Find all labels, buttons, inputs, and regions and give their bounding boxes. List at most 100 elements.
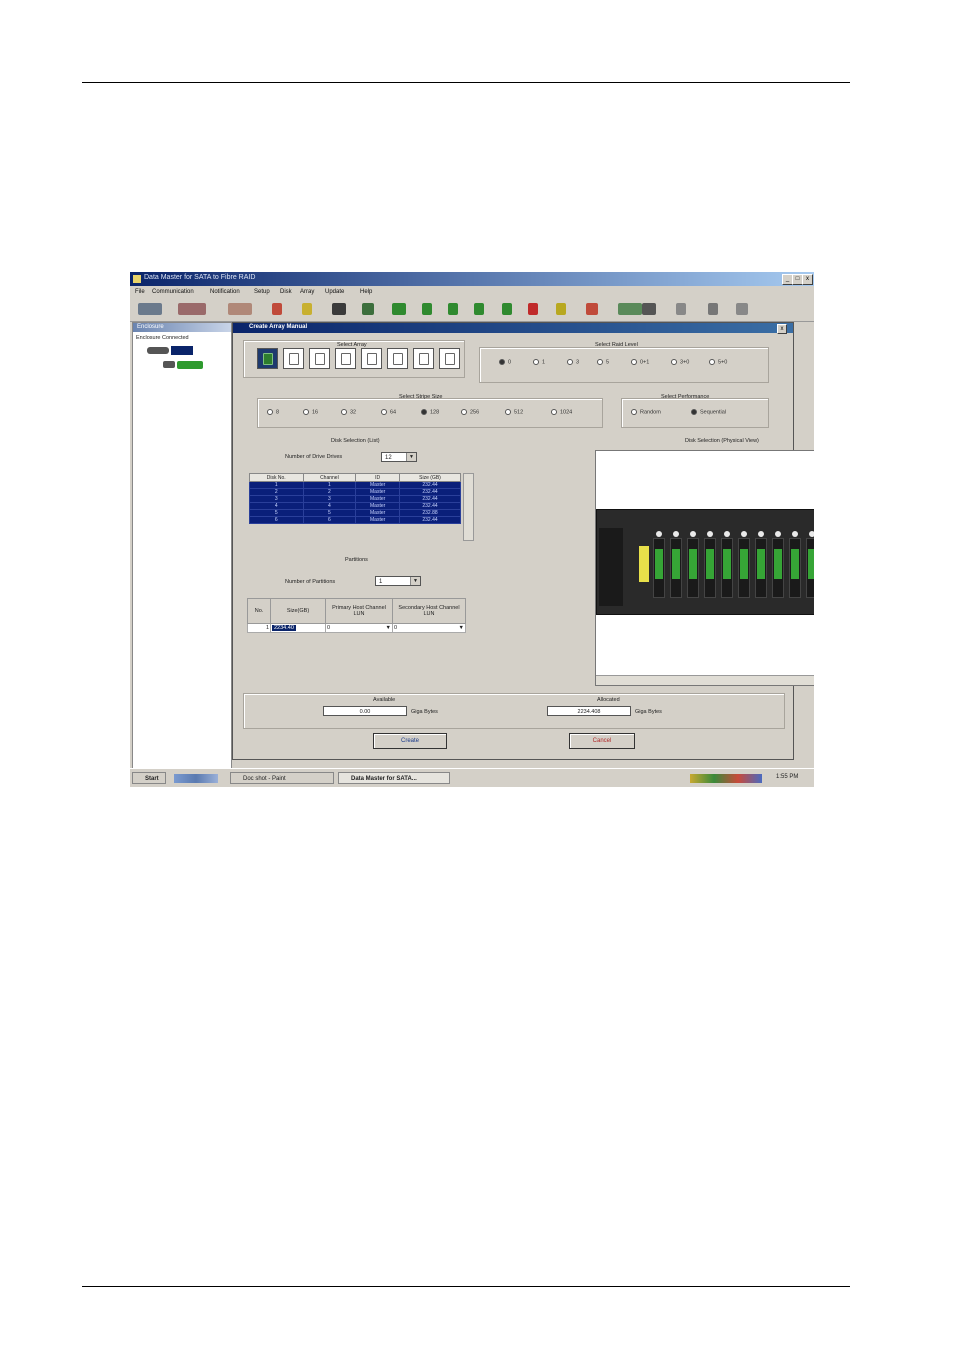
stripe-512-radio[interactable]: 512 <box>505 409 523 415</box>
toolbar-red-disk-button[interactable] <box>528 303 538 315</box>
column-header[interactable]: Size(GB) <box>270 598 326 624</box>
quicklaunch-icons[interactable] <box>174 774 218 783</box>
raid-5-radio[interactable]: 5 <box>597 359 609 365</box>
array-slot-4[interactable] <box>335 348 356 369</box>
enclosure-image <box>596 509 814 615</box>
menu-file[interactable]: File <box>135 289 145 295</box>
column-header[interactable]: Secondary Host Channel LUN <box>392 598 466 624</box>
tree-node-array[interactable] <box>163 361 175 368</box>
toolbar-yellow-disk-button[interactable] <box>556 303 566 315</box>
taskbar-item-paint[interactable]: Doc shot - Paint <box>230 772 334 784</box>
cancel-button[interactable]: Cancel <box>569 733 635 749</box>
column-header[interactable]: No. <box>247 598 271 624</box>
toolbar-green-disk-button[interactable] <box>392 303 406 315</box>
raid-3-radio[interactable]: 3 <box>567 359 579 365</box>
toolbar-tool-button[interactable] <box>272 303 282 315</box>
array-slot-5[interactable] <box>361 348 382 369</box>
toolbar-green-disk-button[interactable] <box>448 303 458 315</box>
stripe-128-radio[interactable]: 128 <box>421 409 439 415</box>
stripe-256-radio[interactable]: 256 <box>461 409 479 415</box>
array-slot-6[interactable] <box>387 348 408 369</box>
toolbar-green-disk-button[interactable] <box>502 303 512 315</box>
table-row[interactable]: 4 4 Master 232.44 <box>249 502 461 510</box>
raid-0plus1-radio[interactable]: 0+1 <box>631 359 649 365</box>
raid-0-radio[interactable]: 0 <box>499 359 511 365</box>
num-drives-select[interactable]: 12 ▼ <box>381 452 417 462</box>
menu-array[interactable]: Array <box>300 289 314 295</box>
disk-bay-7[interactable] <box>755 531 767 598</box>
table-row[interactable]: 1 2234.40 0 ▼ 0 ▼ <box>247 623 466 633</box>
close-button[interactable]: x <box>802 274 813 285</box>
disk-bay-10[interactable] <box>806 531 814 598</box>
stripe-16-radio[interactable]: 16 <box>303 409 318 415</box>
toolbar-exit-button[interactable] <box>736 303 748 315</box>
table-row[interactable]: 3 3 Master 232.44 <box>249 495 461 503</box>
toolbar-disk-button[interactable] <box>332 303 346 315</box>
table-row[interactable]: 6 6 Master 232.44 <box>249 516 461 524</box>
menu-notification[interactable]: Notification <box>210 289 240 295</box>
toolbar-monitor-button[interactable] <box>642 303 656 315</box>
toolbar-arrow-button[interactable] <box>228 303 252 315</box>
array-slot-3[interactable] <box>309 348 330 369</box>
table-row[interactable]: 5 5 Master 232.88 <box>249 509 461 517</box>
toolbar-disconnect-button[interactable] <box>178 303 206 315</box>
toolbar-pencil-button[interactable] <box>302 303 312 315</box>
toolbar-green-disk-button[interactable] <box>474 303 484 315</box>
menu-communication[interactable]: Communication <box>152 289 194 295</box>
disk-bay-4[interactable] <box>704 531 716 598</box>
table-row[interactable]: 2 2 Master 232.44 <box>249 488 461 496</box>
disk-bay-2[interactable] <box>670 531 682 598</box>
partition-size-input[interactable]: 2234.40 <box>272 625 296 631</box>
performance-sequential-radio[interactable]: Sequential <box>691 409 726 415</box>
tree-node-enclosure[interactable] <box>147 347 169 354</box>
array-slot-8[interactable] <box>439 348 460 369</box>
toolbar-settings-button[interactable] <box>708 303 718 315</box>
toolbar-refresh-button[interactable] <box>618 303 642 315</box>
toolbar-alert-button[interactable] <box>586 303 598 315</box>
disk-table-scrollbar[interactable] <box>463 473 474 541</box>
column-header[interactable]: Size (GB) <box>399 473 461 482</box>
stripe-8-radio[interactable]: 8 <box>267 409 279 415</box>
raid-3plus0-radio[interactable]: 3+0 <box>671 359 689 365</box>
table-row[interactable]: 1 1 Master 232.44 <box>249 481 461 489</box>
footer-rule <box>82 1286 850 1287</box>
array-slot-7[interactable] <box>413 348 434 369</box>
disk-bay-5[interactable] <box>721 531 733 598</box>
start-button[interactable]: Start <box>132 772 166 784</box>
column-header[interactable]: Disk No. <box>249 473 304 482</box>
raid-1-radio[interactable]: 1 <box>533 359 545 365</box>
create-button[interactable]: Create <box>373 733 447 749</box>
disk-bay-9[interactable] <box>789 531 801 598</box>
column-header[interactable]: Primary Host Channel LUN <box>325 598 393 624</box>
tree-node-array-status[interactable] <box>177 361 203 369</box>
column-header[interactable]: ID <box>355 473 401 482</box>
disk-bay-1[interactable] <box>653 531 665 598</box>
tree-node-enclosure-label[interactable] <box>171 346 193 355</box>
raid-5plus0-radio[interactable]: 5+0 <box>709 359 727 365</box>
toolbar-connect-button[interactable] <box>138 303 162 315</box>
array-slot-1[interactable] <box>257 348 278 369</box>
array-slot-2[interactable] <box>283 348 304 369</box>
menu-help[interactable]: Help <box>360 289 372 295</box>
stripe-32-radio[interactable]: 32 <box>341 409 356 415</box>
disk-bay-6[interactable] <box>738 531 750 598</box>
dialog-close-button[interactable]: x <box>777 324 787 334</box>
num-drives-label: Number of Drive Drives <box>285 454 343 460</box>
menu-update[interactable]: Update <box>325 289 344 295</box>
num-partitions-select[interactable]: 1 ▼ <box>375 576 421 586</box>
stripe-1024-radio[interactable]: 1024 <box>551 409 572 415</box>
toolbar-help-button[interactable] <box>676 303 686 315</box>
taskbar-item-data-master[interactable]: Data Master for SATA... <box>338 772 450 784</box>
stripe-64-radio[interactable]: 64 <box>381 409 396 415</box>
toolbar-array-button[interactable] <box>362 303 374 315</box>
column-header[interactable]: Channel <box>302 473 357 482</box>
menu-disk[interactable]: Disk <box>280 289 292 295</box>
physical-view-scrollbar[interactable] <box>596 675 814 685</box>
disk-bay-8[interactable] <box>772 531 784 598</box>
menu-setup[interactable]: Setup <box>254 289 270 295</box>
toolbar-green-disk-button[interactable] <box>422 303 432 315</box>
primary-lun-select[interactable]: 0 ▼ <box>325 623 393 633</box>
performance-random-radio[interactable]: Random <box>631 409 661 415</box>
disk-bay-3[interactable] <box>687 531 699 598</box>
secondary-lun-select[interactable]: 0 ▼ <box>392 623 466 633</box>
